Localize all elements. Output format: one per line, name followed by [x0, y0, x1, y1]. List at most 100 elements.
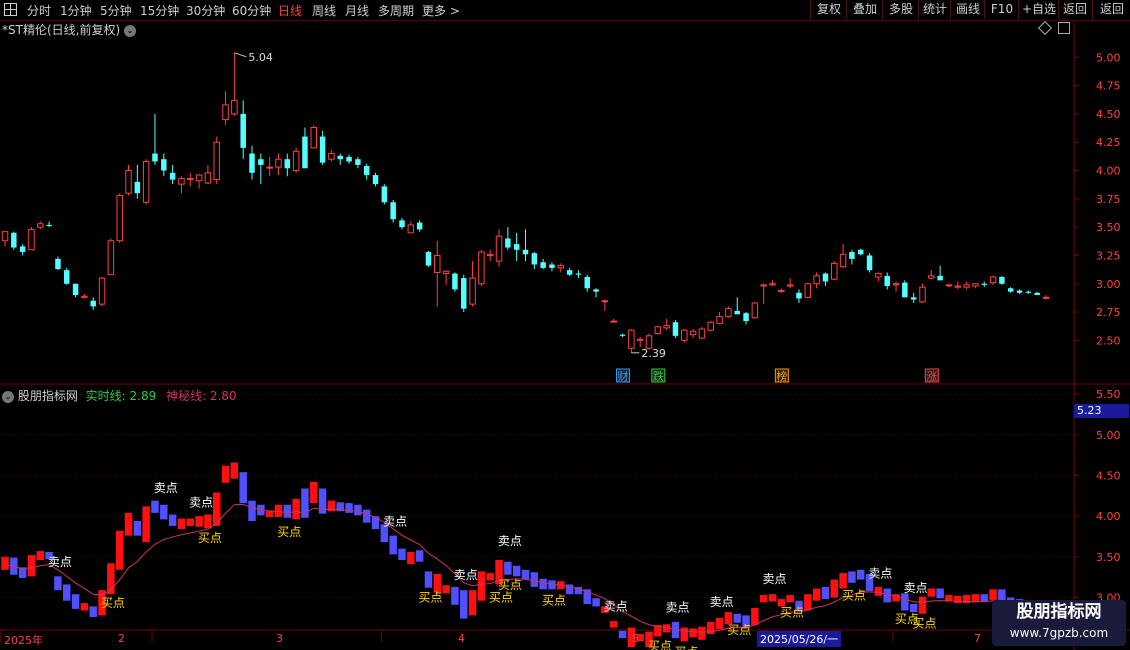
indicator-block — [989, 589, 997, 600]
indicator-block — [618, 630, 627, 639]
candle — [822, 272, 829, 287]
candle-body — [1034, 292, 1040, 296]
timeframe-weekly[interactable]: 周线 — [312, 2, 336, 19]
timeframe-multi[interactable]: 多周期 — [378, 2, 414, 19]
candle — [90, 297, 96, 310]
candle — [81, 293, 88, 299]
indicator-block — [27, 555, 36, 577]
candle — [707, 321, 714, 332]
candle-body — [319, 136, 326, 163]
buy-point-label: 买点 — [198, 531, 222, 545]
candle-body — [461, 278, 467, 309]
candle-body — [116, 194, 123, 242]
timeframe-5min[interactable]: 5分钟 — [100, 2, 132, 19]
multi-stock-button[interactable]: 多股 — [882, 0, 919, 19]
timeframe-15min[interactable]: 15分钟 — [140, 2, 179, 19]
indicator-block — [468, 590, 477, 616]
indicator-block — [592, 598, 600, 607]
indicator-block — [609, 621, 618, 628]
indicator-block — [151, 500, 159, 513]
candle — [328, 150, 335, 162]
indicator-block — [821, 586, 830, 600]
indicator-block — [565, 584, 574, 595]
event-tag: 跌 — [653, 369, 664, 383]
indicator-title: 股朋指标网 — [17, 389, 78, 403]
add-watchlist-button[interactable]: +自选 — [1018, 0, 1059, 19]
candle-body — [399, 220, 405, 228]
f10-button[interactable]: F10 — [984, 0, 1019, 19]
candle-body — [875, 273, 882, 278]
candle-body — [601, 300, 609, 303]
timeframe-daily[interactable]: 日线 — [278, 2, 302, 19]
timeframe-more[interactable]: 更多 > — [422, 2, 460, 19]
indicator-tick-label: 4.50 — [1096, 469, 1121, 482]
timeframe-30min[interactable]: 30分钟 — [186, 2, 225, 19]
indicator-block — [310, 481, 318, 504]
timeframe-1min[interactable]: 1分钟 — [60, 2, 92, 19]
candle — [64, 267, 70, 285]
candle-body — [28, 228, 35, 251]
indicator-block — [759, 595, 768, 603]
indicator-block — [698, 626, 706, 640]
title-dropdown-icon[interactable]: ⌄ — [123, 24, 136, 37]
candle-body — [425, 252, 432, 266]
candle-body — [416, 222, 423, 230]
overlay-button[interactable]: 叠加 — [846, 0, 883, 19]
sell-point-label: 卖点 — [154, 481, 178, 495]
candle-body — [689, 330, 697, 336]
candle — [884, 272, 890, 290]
mark-button[interactable]: 返回 — [1058, 0, 1091, 19]
candle — [478, 249, 485, 287]
grid-icon[interactable] — [4, 3, 17, 16]
indicator-dropdown-icon[interactable]: ⌄ — [2, 390, 14, 403]
back-button[interactable]: 返回 — [1092, 0, 1130, 19]
indicator-block — [486, 573, 494, 581]
price-tick-label: 3.75 — [1096, 193, 1121, 206]
candle-body — [698, 328, 706, 339]
indicator-block — [204, 514, 212, 529]
indicator-block — [407, 551, 415, 565]
indicator-block — [63, 584, 71, 601]
panel-maximize-icon[interactable] — [1058, 22, 1070, 34]
indicator-block — [168, 514, 177, 526]
indicator-block — [398, 548, 406, 561]
buy-point-label: 买点 — [727, 623, 751, 637]
timeframe-fenshi[interactable]: 分时 — [27, 2, 51, 19]
candle-body — [725, 308, 732, 318]
candle — [743, 312, 749, 325]
indicator-block — [389, 535, 397, 555]
candle-body — [1025, 291, 1032, 293]
indicator-block — [89, 606, 97, 617]
candle — [46, 221, 52, 228]
indicator-block — [362, 509, 371, 523]
candle-body — [381, 186, 388, 203]
candle-body — [98, 277, 106, 305]
candle-body — [486, 253, 494, 256]
indicator-block — [680, 627, 689, 642]
candle — [778, 288, 785, 293]
candle — [134, 164, 141, 199]
candle — [619, 333, 626, 337]
candle — [937, 265, 943, 281]
buy-point-label: 买点 — [674, 645, 698, 650]
candle — [399, 218, 405, 230]
candle — [796, 289, 802, 303]
restore-rights-button[interactable]: 复权 — [810, 0, 847, 19]
indicator-block — [142, 506, 150, 543]
timeframe-60min[interactable]: 60分钟 — [232, 2, 271, 19]
indicator-block — [177, 518, 186, 530]
statistics-button[interactable]: 统计 — [918, 0, 951, 19]
candle-body — [796, 292, 802, 299]
sell-point-label: 卖点 — [763, 572, 787, 586]
candle — [540, 258, 546, 270]
draw-line-button[interactable]: 画线 — [950, 0, 985, 19]
timeframe-monthly[interactable]: 月线 — [345, 2, 369, 19]
indicator-block — [927, 588, 936, 597]
candle-body — [902, 282, 908, 298]
candle — [945, 283, 953, 288]
candle — [636, 336, 644, 348]
candle-body — [55, 258, 61, 270]
candle-body — [107, 240, 115, 276]
price-tick-label: 3.25 — [1096, 249, 1121, 262]
indicator-block — [371, 516, 380, 530]
